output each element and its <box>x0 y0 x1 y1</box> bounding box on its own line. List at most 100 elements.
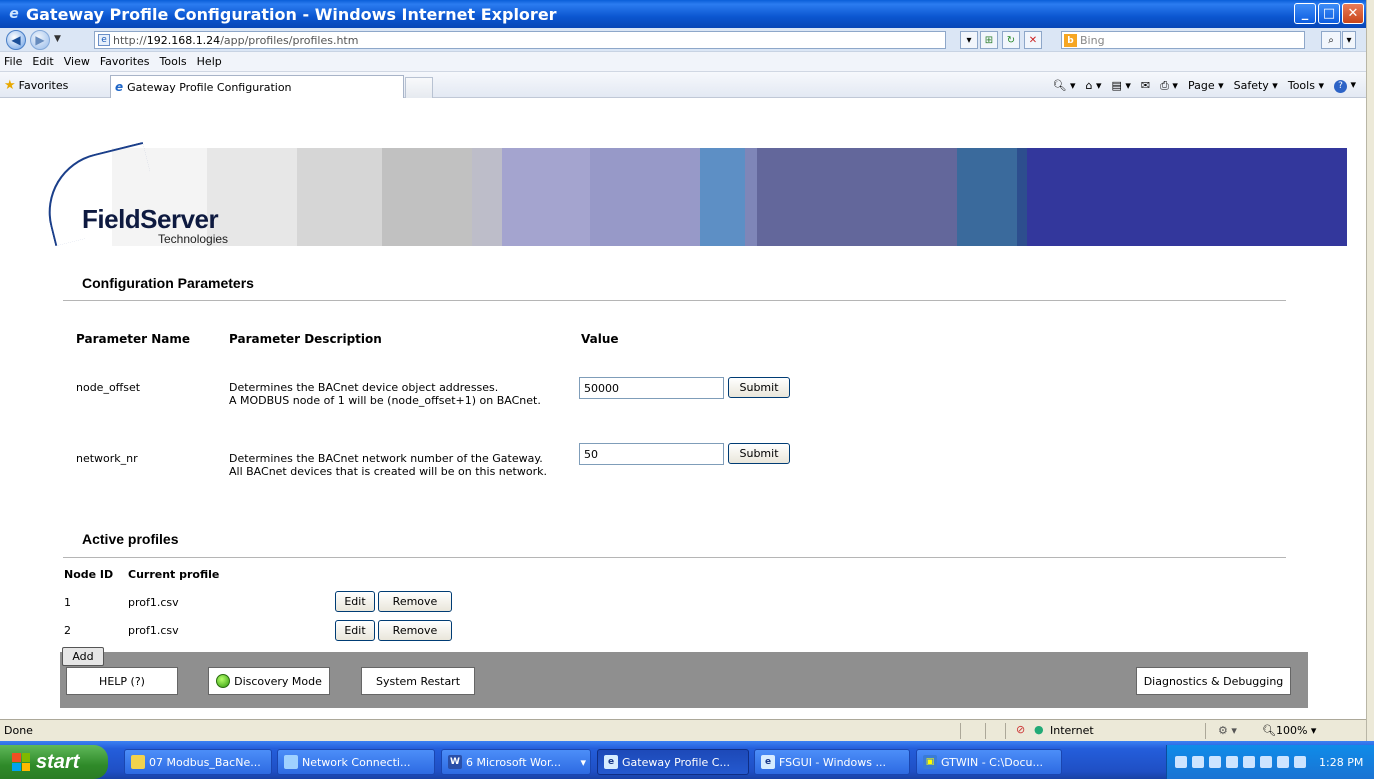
tray-icon[interactable] <box>1294 756 1306 768</box>
task-network-connections[interactable]: Network Connecti... <box>277 749 435 775</box>
tray-icon[interactable] <box>1226 756 1238 768</box>
search-icon[interactable]: ⌕ <box>1321 31 1341 49</box>
history-dropdown-icon[interactable]: ▼ <box>54 34 61 44</box>
logo-subtitle: Technologies <box>158 232 229 246</box>
word-icon: W <box>448 755 462 769</box>
home-icon[interactable]: ⌂ ▾ <box>1085 79 1101 92</box>
window-title-bar[interactable]: e Gateway Profile Configuration - Window… <box>0 0 1366 28</box>
search-placeholder: Bing <box>1080 33 1105 47</box>
profiles-heading: Active profiles <box>82 531 179 547</box>
zoom-level[interactable]: 🔍︎100% ▾ <box>1262 724 1316 737</box>
menu-tools[interactable]: Tools <box>160 55 187 68</box>
header-banner <box>52 148 1347 246</box>
help-icon[interactable]: ? ▾ <box>1333 78 1356 93</box>
tray-icon[interactable] <box>1209 756 1221 768</box>
taskbar: start 07 Modbus_BacNe... Network Connect… <box>0 741 1374 779</box>
diagnostics-button[interactable]: Diagnostics & Debugging <box>1136 667 1291 695</box>
safety-menu[interactable]: Safety ▾ <box>1234 79 1278 92</box>
start-label: start <box>36 750 80 773</box>
security-icon[interactable]: ⚙ ▾ <box>1218 724 1237 737</box>
gtwin-icon: ▣ <box>923 755 937 769</box>
forward-icon[interactable]: ▶ <box>30 30 50 50</box>
param-desc-line2: A MODBUS node of 1 will be (node_offset+… <box>229 394 541 407</box>
discovery-mode-button[interactable]: Discovery Mode <box>208 667 330 695</box>
task-gtwin[interactable]: ▣ GTWIN - C:\Docu... <box>916 749 1062 775</box>
ie-icon: e <box>604 755 618 769</box>
node-offset-input[interactable] <box>579 377 724 399</box>
node-offset-submit-button[interactable]: Submit <box>728 377 790 398</box>
maximize-icon[interactable]: □ <box>1318 3 1340 24</box>
url-dropdown-icon[interactable]: ▾ <box>960 31 978 49</box>
system-restart-button[interactable]: System Restart <box>361 667 475 695</box>
edit-profile-button[interactable]: Edit <box>335 620 375 641</box>
favorites-label: Favorites <box>18 79 69 92</box>
window-title: Gateway Profile Configuration - Windows … <box>26 4 557 24</box>
back-icon[interactable]: ◀ <box>6 30 26 50</box>
tray-icon[interactable] <box>1277 756 1289 768</box>
menu-bar: File Edit View Favorites Tools Help <box>0 52 1366 72</box>
page-menu[interactable]: Page ▾ <box>1188 79 1224 92</box>
new-tab-button[interactable] <box>405 77 433 98</box>
edit-profile-button[interactable]: Edit <box>335 591 375 612</box>
url-prefix: http:// <box>113 33 147 47</box>
ie-icon: e <box>761 755 775 769</box>
protected-mode-icon: ⊘ <box>1016 723 1026 736</box>
search-input[interactable]: b Bing <box>1061 31 1305 49</box>
discovery-label: Discovery Mode <box>234 674 322 688</box>
favorites-bar: ★ Favorites e Gateway Profile Configurat… <box>0 72 1366 98</box>
help-button[interactable]: HELP (?) <box>66 667 178 695</box>
param-name-network-nr: network_nr <box>76 452 138 465</box>
menu-favorites[interactable]: Favorites <box>100 55 150 68</box>
network-nr-submit-button[interactable]: Submit <box>728 443 790 464</box>
address-bar: ◀ ▶ ▼ e http://192.168.1.24/app/profiles… <box>0 28 1366 52</box>
task-gateway-profile[interactable]: e Gateway Profile C... <box>597 749 749 775</box>
command-bar: 🔍︎ ▾ ⌂ ▾ ▤ ▾ ✉ ⎙ ▾ Page ▾ Safety ▾ Tools… <box>1053 78 1356 93</box>
feeds-icon[interactable]: ▤ ▾ <box>1112 79 1131 92</box>
close-icon[interactable]: ✕ <box>1342 3 1364 24</box>
menu-edit[interactable]: Edit <box>32 55 53 68</box>
desktop-edge <box>1366 0 1374 779</box>
col-parameter-name: Parameter Name <box>76 332 190 346</box>
tray-icon[interactable] <box>1192 756 1204 768</box>
profile-node-id: 1 <box>64 596 71 609</box>
menu-help[interactable]: Help <box>197 55 222 68</box>
tray-icon[interactable] <box>1175 756 1187 768</box>
minimize-icon[interactable]: _ <box>1294 3 1316 24</box>
config-divider <box>63 300 1286 301</box>
tray-icon[interactable] <box>1243 756 1255 768</box>
page-icon: e <box>98 34 110 46</box>
menu-view[interactable]: View <box>64 55 90 68</box>
search-options-icon[interactable]: ▾ <box>1342 31 1356 49</box>
clock[interactable]: 1:28 PM <box>1319 756 1363 769</box>
zoom-icon[interactable]: 🔍︎ ▾ <box>1053 79 1076 92</box>
star-icon: ★ <box>4 78 16 93</box>
param-name-node-offset: node_offset <box>76 381 141 394</box>
status-text: Done <box>4 724 33 737</box>
url-input[interactable]: e http://192.168.1.24/app/profiles/profi… <box>94 31 946 49</box>
add-profile-button[interactable]: Add <box>62 647 104 666</box>
menu-file[interactable]: File <box>4 55 22 68</box>
mail-icon[interactable]: ✉ <box>1141 79 1150 92</box>
status-bar: Done ⊘ ● Internet ⚙ ▾ 🔍︎100% ▾ <box>0 719 1366 741</box>
tray-icon[interactable] <box>1260 756 1272 768</box>
tab-gateway-profile[interactable]: e Gateway Profile Configuration <box>110 75 404 98</box>
start-button[interactable]: start <box>0 745 108 779</box>
ie-icon: e <box>9 6 19 22</box>
print-icon[interactable]: ⎙ ▾ <box>1160 79 1178 93</box>
remove-profile-button[interactable]: Remove <box>378 620 452 641</box>
profiles-divider <box>63 557 1286 558</box>
task-microsoft-word[interactable]: W6 Microsoft Wor... ▾ <box>441 749 591 775</box>
task-fsgui[interactable]: e FSGUI - Windows ... <box>754 749 910 775</box>
network-nr-input[interactable] <box>579 443 724 465</box>
ie-icon: e <box>115 80 124 94</box>
zone-label: Internet <box>1050 724 1094 737</box>
favorites-button[interactable]: ★ Favorites <box>4 78 68 93</box>
refresh-icon[interactable]: ↻ <box>1002 31 1020 49</box>
remove-profile-button[interactable]: Remove <box>378 591 452 612</box>
compat-view-icon[interactable]: ⊞ <box>980 31 998 49</box>
url-path: /app/profiles/profiles.htm <box>220 33 359 47</box>
tab-title: Gateway Profile Configuration <box>127 80 292 94</box>
stop-icon[interactable]: ✕ <box>1024 31 1042 49</box>
task-modbus-folder[interactable]: 07 Modbus_BacNe... <box>124 749 272 775</box>
tools-menu[interactable]: Tools ▾ <box>1288 79 1324 92</box>
